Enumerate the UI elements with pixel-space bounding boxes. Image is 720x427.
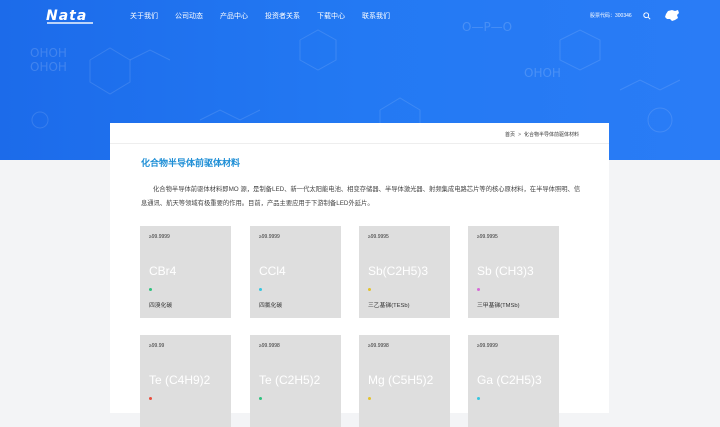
product-tile[interactable]: ≥99.9999 CBr4 四溴化碳: [140, 226, 231, 318]
product-tile[interactable]: ≥99.9995 Sb(C2H5)3 三乙基锑(TESb): [359, 226, 450, 318]
product-dot-icon: [477, 288, 480, 291]
product-purity: ≥99.9995: [477, 234, 498, 240]
product-dot-icon: [259, 397, 262, 400]
product-purity: ≥99.9999: [477, 343, 498, 349]
product-dot-icon: [149, 397, 152, 400]
nav-investors[interactable]: 投资者关系: [265, 11, 300, 21]
main-nav: 关于我们 公司动态 产品中心 投资者关系 下载中心 联系我们: [130, 11, 407, 21]
nav-contact[interactable]: 联系我们: [362, 11, 390, 21]
product-purity: ≥99.9999: [259, 234, 280, 240]
product-purity: ≥99.9998: [368, 343, 389, 349]
product-formula: Sb(C2H5)3: [368, 264, 429, 278]
product-purity: ≥99.9998: [259, 343, 280, 349]
nav-news[interactable]: 公司动态: [175, 11, 203, 21]
product-purity: ≥99.9995: [368, 234, 389, 240]
stock-code: 股票代码：300346: [590, 13, 632, 19]
product-dot-icon: [368, 397, 371, 400]
nav-about[interactable]: 关于我们: [130, 11, 158, 21]
china-map-icon[interactable]: [664, 9, 680, 22]
product-formula: CCl4: [259, 264, 286, 278]
product-tile[interactable]: ≥99.9998 Te (C2H5)2: [250, 335, 341, 427]
product-formula: CBr4: [149, 264, 177, 278]
product-name: 四氯化碳: [259, 303, 283, 309]
product-formula: Ga (C2H5)3: [477, 373, 542, 387]
product-formula: Sb (CH3)3: [477, 264, 534, 278]
breadcrumb: 首页 > 化合物半导体前驱体材料: [505, 131, 579, 138]
divider: [110, 143, 609, 144]
page-title: 化合物半导体前驱体材料: [141, 158, 241, 168]
product-name: 三甲基锑(TMSb): [477, 303, 520, 309]
product-tile[interactable]: ≥99.9999 CCl4 四氯化碳: [250, 226, 341, 318]
product-tile[interactable]: ≥99.9998 Mg (C5H5)2: [359, 335, 450, 427]
product-formula: Te (C2H5)2: [259, 373, 321, 387]
product-dot-icon: [259, 288, 262, 291]
product-purity: ≥99.9999: [149, 234, 170, 240]
breadcrumb-separator: >: [518, 132, 521, 138]
product-purity: ≥99.99: [149, 343, 165, 349]
product-name: 三乙基锑(TESb): [368, 303, 410, 309]
product-formula: Mg (C5H5)2: [368, 373, 434, 387]
logo-underline: [47, 22, 93, 24]
product-dot-icon: [149, 288, 152, 291]
breadcrumb-home[interactable]: 首页: [505, 132, 515, 138]
nav-downloads[interactable]: 下载中心: [317, 11, 345, 21]
breadcrumb-current: 化合物半导体前驱体材料: [523, 132, 579, 138]
product-tile[interactable]: ≥99.9995 Sb (CH3)3 三甲基锑(TMSb): [468, 226, 559, 318]
product-dot-icon: [368, 288, 371, 291]
content-card: 首页 > 化合物半导体前驱体材料 化合物半导体前驱体材料 化合物半导体前驱体材料即M…: [110, 123, 609, 427]
search-icon[interactable]: [643, 12, 651, 20]
top-navigation: Nata 关于我们 公司动态 产品中心 投资者关系 下载中心 联系我们 股票代码…: [0, 0, 720, 32]
nav-products[interactable]: 产品中心: [220, 11, 248, 21]
product-tile[interactable]: ≥99.99 Te (C4H9)2: [140, 335, 231, 427]
product-name: 四溴化碳: [149, 303, 173, 309]
page-description: 化合物半导体前驱体材料即MO 源，是制备LED、新一代太阳能电池、相变存储器、半…: [141, 186, 581, 207]
product-dot-icon: [477, 397, 480, 400]
product-tile[interactable]: ≥99.9999 Ga (C2H5)3: [468, 335, 559, 427]
product-formula: Te (C4H9)2: [149, 373, 211, 387]
